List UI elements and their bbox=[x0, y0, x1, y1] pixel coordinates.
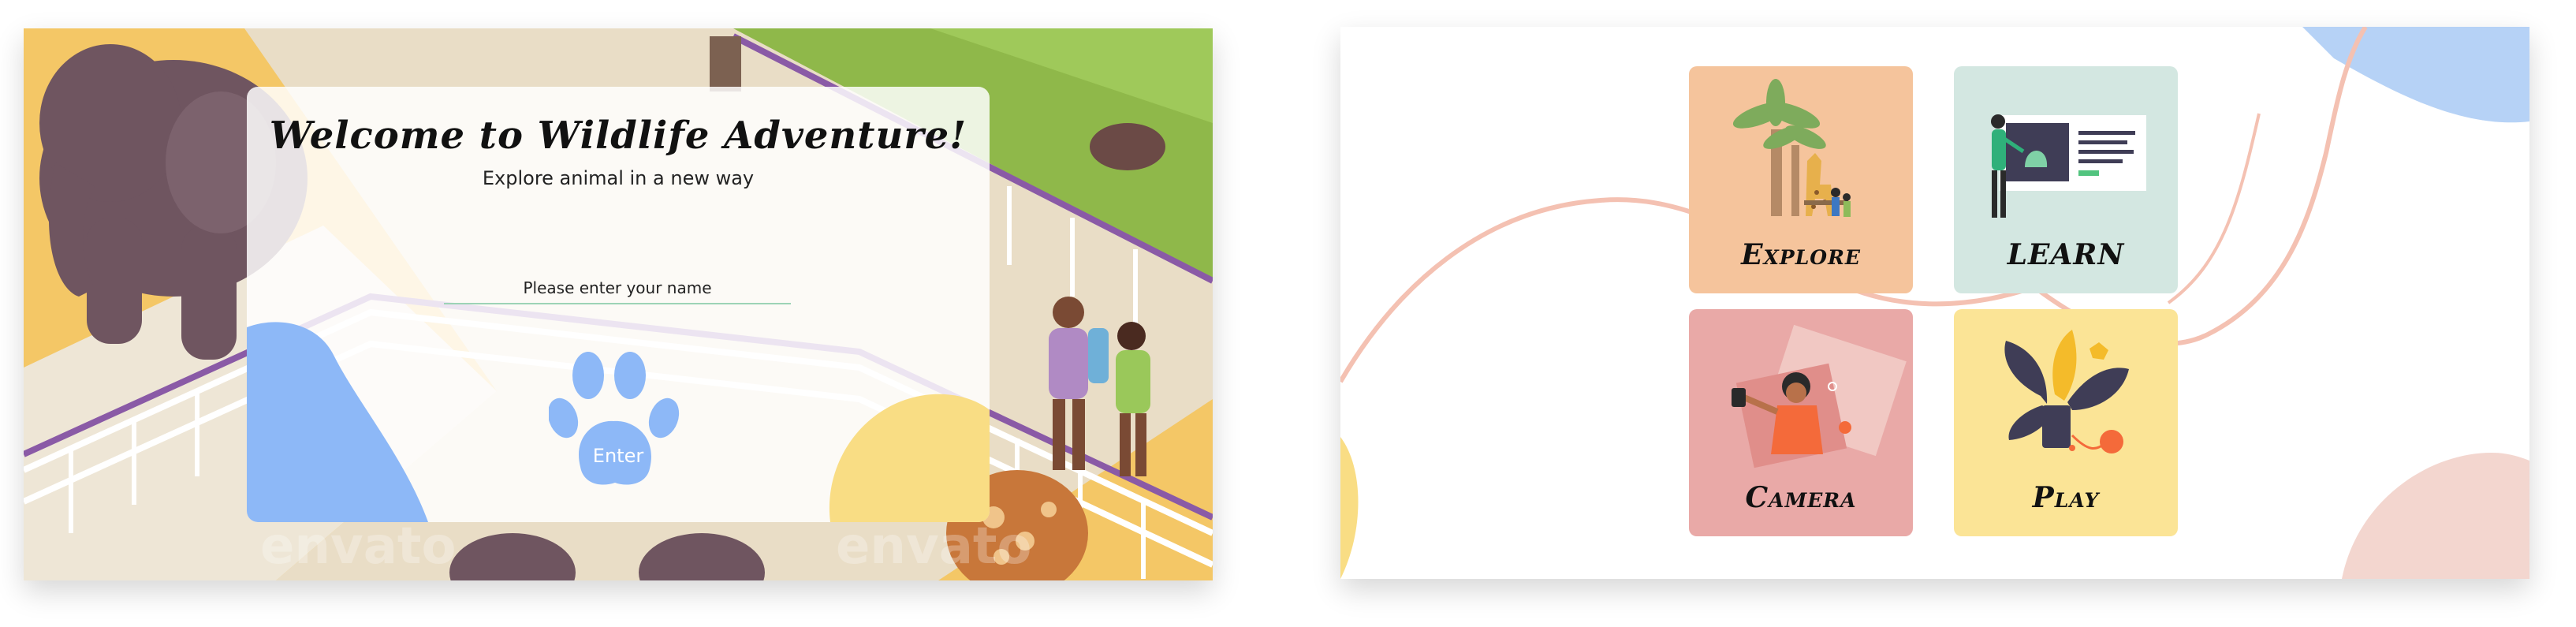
welcome-card: Welcome to Wildlife Adventure! Explore a… bbox=[247, 87, 990, 522]
explore-tile[interactable]: Explore bbox=[1689, 66, 1913, 293]
welcome-screen: envato envato Welcome to Wildlife Advent… bbox=[24, 28, 1213, 580]
play-tile[interactable]: Play bbox=[1954, 309, 2178, 536]
explore-tile-label: Explore bbox=[1741, 238, 1861, 271]
enter-button[interactable]: Enter bbox=[549, 349, 688, 495]
welcome-title: Welcome to Wildlife Adventure! bbox=[269, 114, 967, 158]
name-input[interactable] bbox=[444, 273, 791, 304]
welcome-subtitle: Explore animal in a new way bbox=[482, 167, 755, 189]
play-tile-label: Play bbox=[2032, 481, 2100, 514]
envato-watermark-right: envato bbox=[836, 517, 1032, 576]
envato-watermark-left: envato bbox=[260, 517, 457, 576]
camera-tile-label: Camera bbox=[1745, 481, 1857, 514]
menu-background-decoration bbox=[1340, 27, 2529, 579]
menu-screen: Explore LEARN Camera Play bbox=[1340, 27, 2529, 579]
learn-tile[interactable]: LEARN bbox=[1954, 66, 2178, 293]
enter-button-label: Enter bbox=[592, 445, 644, 467]
paw-print-icon bbox=[549, 352, 680, 485]
camera-tile[interactable]: Camera bbox=[1689, 309, 1913, 536]
learn-tile-label: LEARN bbox=[2007, 238, 2125, 271]
